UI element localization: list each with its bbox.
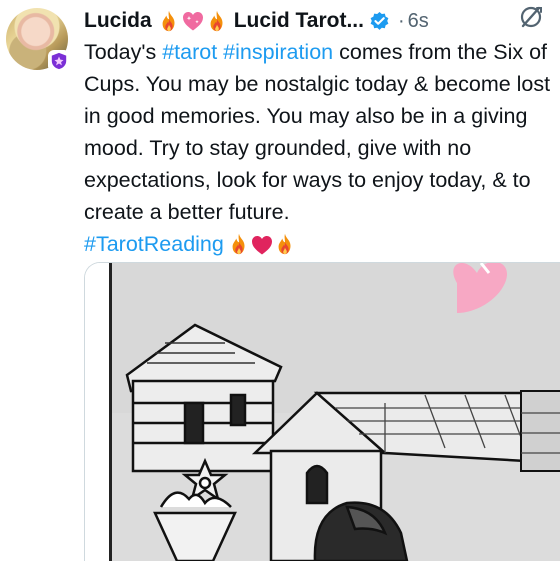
tweet-text: Today's #tarot #inspiration comes from t…: [84, 36, 554, 260]
tweet-header: Lucida Lucid Tarot... · 6s: [84, 6, 554, 36]
grok-icon[interactable]: [518, 4, 544, 30]
fire-emoji: [206, 10, 228, 32]
tarot-card-illustration: [85, 263, 560, 561]
text-part: Today's: [84, 40, 163, 64]
profile-avatar[interactable]: [6, 8, 70, 72]
timestamp[interactable]: 6s: [408, 10, 429, 33]
heart-emoji: [181, 9, 205, 33]
heart-emoji: [250, 233, 274, 257]
name-emoji-group: [158, 9, 228, 33]
hashtag-inspiration[interactable]: #inspiration: [223, 40, 333, 64]
text-part: comes from the Six of Cups. You may be n…: [84, 40, 551, 224]
separator-dot: ·: [397, 9, 405, 32]
fire-emoji: [158, 10, 180, 32]
hashtag-tarot[interactable]: #tarot: [162, 40, 217, 64]
fire-emoji: [228, 233, 250, 255]
hashtag-tarotreading[interactable]: #TarotReading: [84, 232, 224, 256]
end-emoji-group: [228, 233, 296, 257]
media-image[interactable]: [84, 262, 560, 561]
fire-emoji: [274, 233, 296, 255]
display-name[interactable]: Lucida: [84, 9, 152, 33]
verified-check-icon: [370, 11, 389, 30]
handle-name[interactable]: Lucid Tarot...: [234, 9, 364, 33]
shield-badge-icon: [48, 50, 70, 72]
